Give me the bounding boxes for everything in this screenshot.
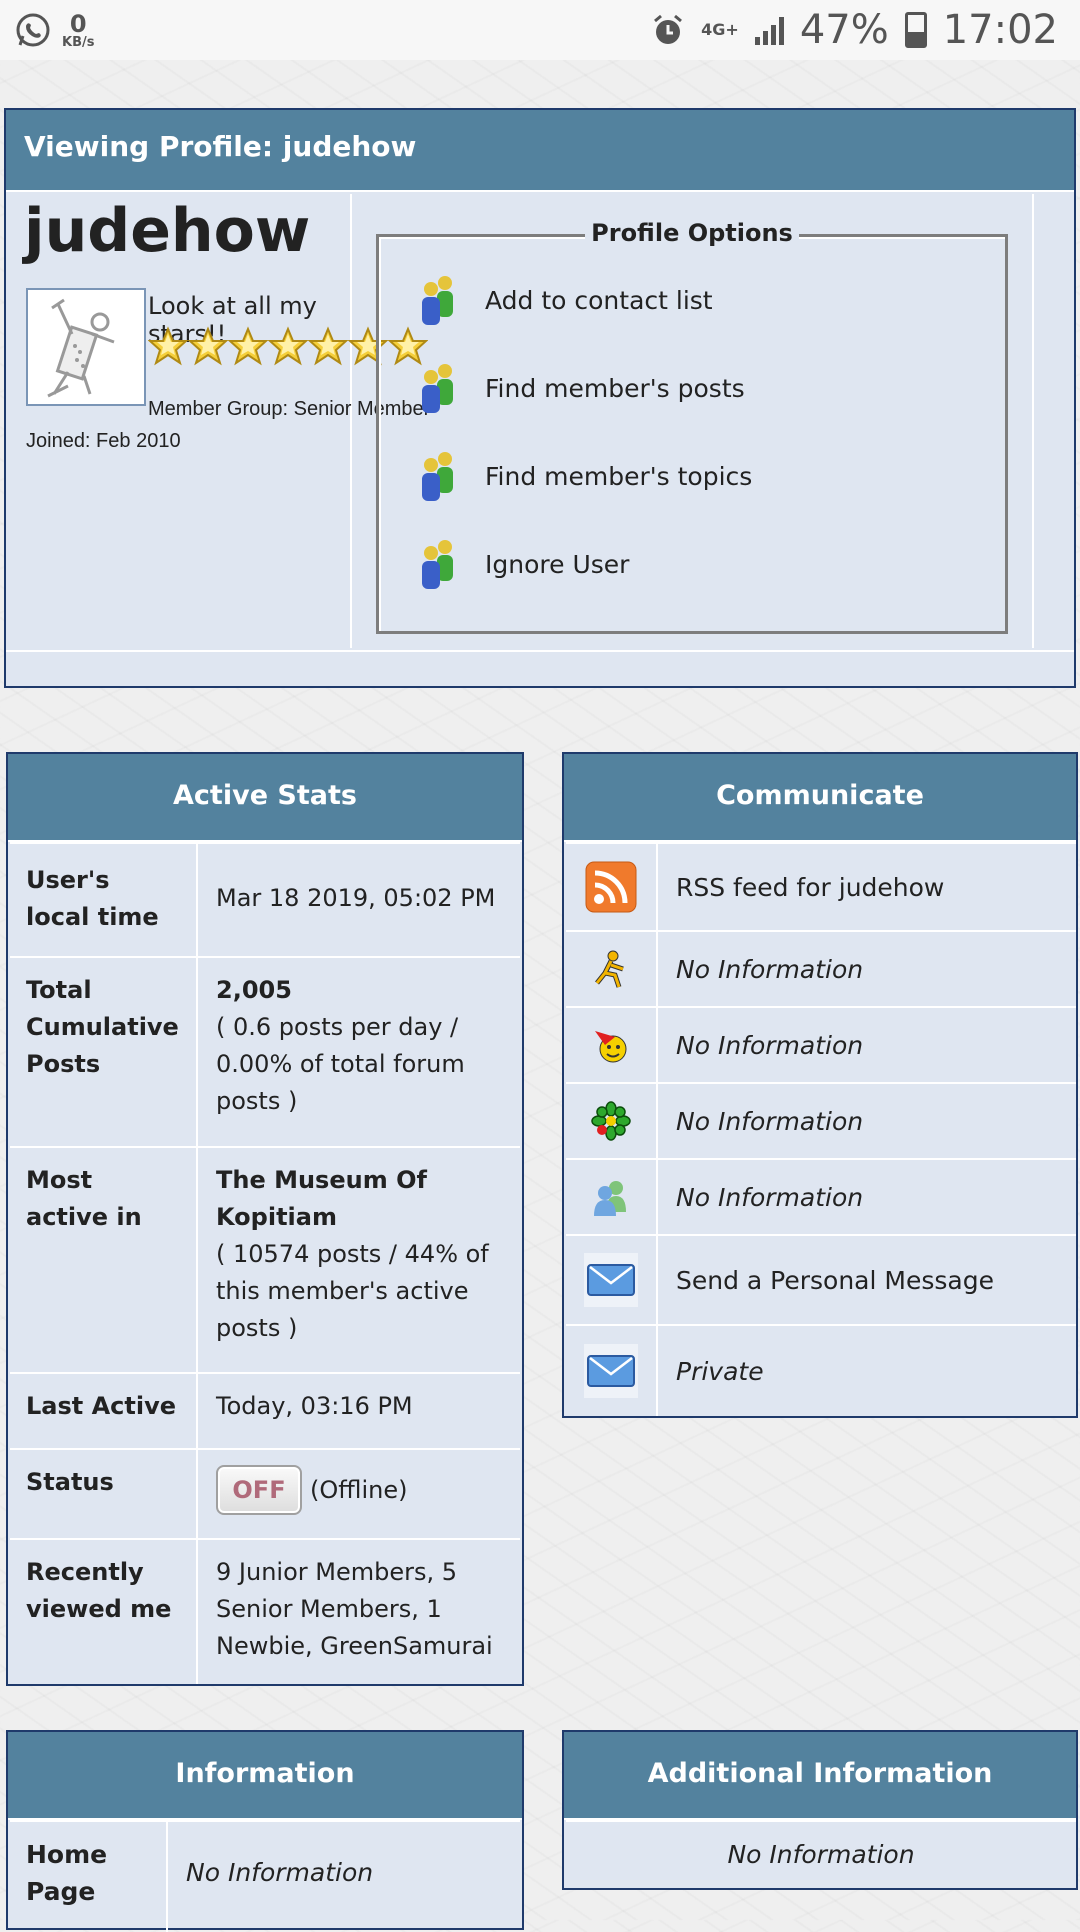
list-item: No Information [566,930,1076,1006]
profile-options-box: Profile Options Add to contact list Find… [376,219,1008,634]
users-icon [415,537,459,591]
status-text: (Offline) [310,1475,408,1504]
option-label: Find member's posts [485,373,745,403]
aim-icon [595,950,624,988]
active-stats-title: Active Stats [8,754,522,842]
icq-text: No Information [676,1106,864,1136]
send-pm-link: Send a Personal Message [676,1265,994,1295]
yahoo-icon [595,1031,627,1063]
battery-icon [904,12,927,48]
recently-viewed-value: 9 Junior Members, 5 Senior Members, 1 Ne… [216,1558,493,1660]
profile-options-column: Profile Options Add to contact list Find… [352,194,1034,648]
table-row: Recently viewed me 9 Junior Members, 5 S… [10,1538,520,1684]
data-speed: 0 KB/s [62,12,94,49]
star-icon [267,326,309,366]
clock: 17:02 [942,7,1058,53]
last-active-label: Last Active [10,1374,198,1448]
table-row: Total Cumulative Posts 2,005 ( 0.6 posts… [10,956,520,1146]
recently-viewed-label: Recently viewed me [10,1540,198,1684]
information-title: Information [8,1732,522,1820]
mail-icon [584,1344,638,1398]
table-row: Most active in The Museum Of Kopitiam ( … [10,1146,520,1372]
profile-footer-divider [6,650,1074,652]
local-time-label: User's local time [10,844,198,956]
option-label: Find member's topics [485,461,753,491]
status-label: Status [10,1450,198,1538]
users-icon [415,449,459,503]
table-row: Home Page No Information [10,1820,520,1932]
table-row: User's local time Mar 18 2019, 05:02 PM [10,842,520,956]
email-private-text: Private [676,1356,764,1386]
star-icon [307,326,349,366]
join-date: Joined: Feb 2010 [26,430,181,452]
aim-text: No Information [676,954,864,984]
icq-icon [591,1101,631,1141]
msn-icon [594,1181,626,1216]
additional-information-panel: Additional Information No Information [562,1730,1078,1890]
rss-icon [585,861,637,913]
offline-badge: OFF [216,1465,302,1515]
option-find-topics[interactable]: Find member's topics [415,449,752,503]
alarm-icon [654,14,683,44]
list-item: Private [566,1324,1076,1416]
network-type: 4G+ [701,20,739,39]
information-panel: Information Home Page No Information [6,1730,524,1932]
signal-icon [754,15,784,45]
communicate-panel: Communicate RSS feed for judehow No Info… [562,752,1078,1418]
mail-icon [584,1253,638,1307]
star-icon [147,326,189,366]
option-find-posts[interactable]: Find member's posts [415,361,745,415]
battery-percent: 47% [799,7,889,53]
avatar-figure-icon [47,298,115,398]
home-page-label: Home Page [10,1822,168,1932]
yahoo-text: No Information [676,1030,864,1060]
most-active-forum-link[interactable]: The Museum Of Kopitiam [216,1162,504,1236]
list-item: No Information [566,1082,1076,1158]
table-row: Status OFF (Offline) [10,1448,520,1538]
rss-text: RSS feed for judehow [676,872,945,902]
profile-summary: judehow Look at all my stars!! Member Gr… [6,194,430,648]
posts-count: 2,005 [216,976,292,1004]
posts-value: 2,005 ( 0.6 posts per day / 0.00% of tot… [200,958,520,1146]
avatar [26,288,146,406]
option-label: Add to contact list [485,285,713,315]
additional-information-value: No Information [727,1840,915,1869]
most-active-label: Most active in [10,1148,198,1372]
list-item[interactable]: RSS feed for judehow [566,842,1076,930]
list-item: No Information [566,1006,1076,1082]
data-speed-unit: KB/s [62,34,95,50]
option-ignore-user[interactable]: Ignore User [415,537,629,591]
star-icon [227,326,269,366]
most-active-value: The Museum Of Kopitiam ( 10574 posts / 4… [200,1148,520,1372]
star-icon [187,326,229,366]
profile-options-title: Profile Options [585,219,799,247]
status-value-cell: OFF (Offline) [200,1450,520,1538]
option-add-contact[interactable]: Add to contact list [415,273,713,327]
username: judehow [24,196,311,266]
communicate-title: Communicate [564,754,1076,842]
local-time-value: Mar 18 2019, 05:02 PM [216,884,496,912]
users-icon [415,361,459,415]
list-item: No Information [566,1158,1076,1234]
table-row: Last Active Today, 03:16 PM [10,1372,520,1448]
users-icon [415,273,459,327]
data-speed-value: 0 [69,9,87,38]
table-row: No Information [566,1820,1076,1888]
most-active-detail: ( 10574 posts / 44% of this member's act… [216,1240,489,1342]
home-page-value: No Information [186,1858,374,1887]
profile-header: Viewing Profile: judehow [6,110,1074,192]
additional-information-title: Additional Information [564,1732,1076,1820]
active-stats-panel: Active Stats User's local time Mar 18 20… [6,752,524,1686]
posts-label: Total Cumulative Posts [10,958,198,1146]
option-label: Ignore User [485,549,630,579]
list-item[interactable]: Send a Personal Message [566,1234,1076,1324]
msn-text: No Information [676,1182,864,1212]
status-bar: 0 KB/s 4G+ 47% 17:02 [0,0,1080,60]
posts-detail: ( 0.6 posts per day / 0.00% of total for… [216,1013,465,1115]
whatsapp-icon [16,13,50,47]
last-active-value: Today, 03:16 PM [216,1392,413,1420]
profile-panel: Viewing Profile: judehow judehow Look at… [4,108,1076,688]
